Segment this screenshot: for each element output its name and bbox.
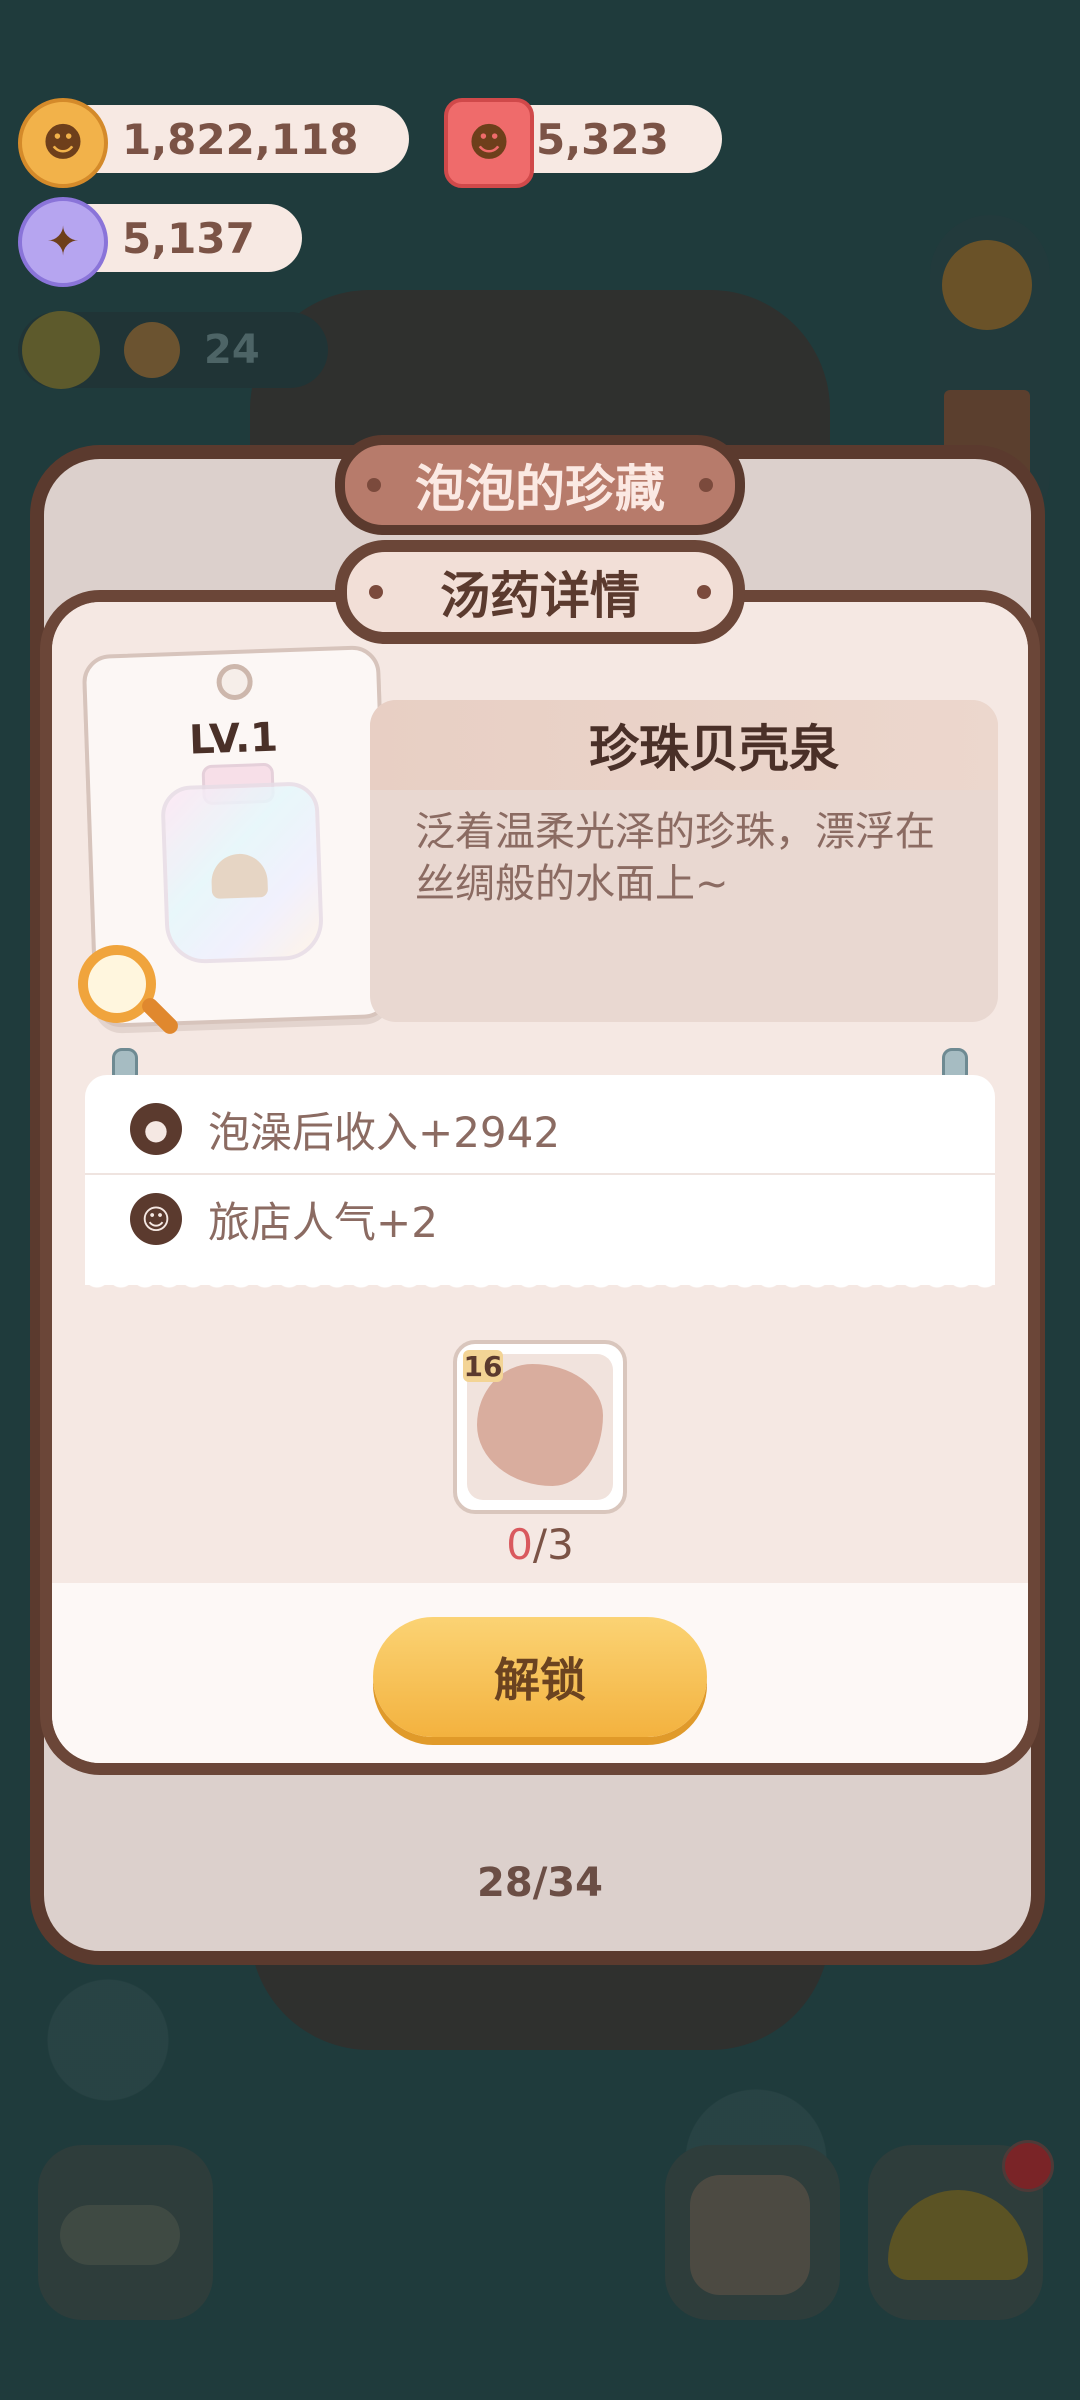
potion-description: 泛着温柔光泽的珍珠，漂浮在丝绸般的水面上~ <box>415 809 935 907</box>
page-counter: 28/34 <box>477 1860 603 1906</box>
background-guest-row: 24 <box>18 311 328 389</box>
potion-level: LV.1 <box>188 714 279 764</box>
cookie-icon: ☻ <box>18 98 108 188</box>
unlock-button[interactable]: 解锁 <box>373 1617 707 1737</box>
detail-title: 汤药详情 <box>335 540 745 644</box>
stat-row-income: ● 泡澡后收入+2942 <box>85 1085 995 1175</box>
unlock-label: 解锁 <box>494 1653 586 1707</box>
required-item-slot[interactable]: 16 <box>453 1340 627 1514</box>
stats-list: ● 泡澡后收入+2942 ☺ 旅店人气+2 <box>85 1075 995 1285</box>
item-level-badge: 16 <box>463 1349 503 1383</box>
stat-row-popularity: ☺ 旅店人气+2 <box>85 1175 995 1263</box>
back-arrow-icon <box>60 2205 180 2265</box>
required-count: 0/3 <box>440 1520 640 1569</box>
camera-icon <box>690 2175 810 2295</box>
stat-popularity-text: 旅店人气+2 <box>208 1197 438 1247</box>
tag-hole <box>215 663 254 701</box>
sun-icon <box>22 311 100 389</box>
detail-title-text: 汤药详情 <box>440 567 640 625</box>
guest-icon: ☺ <box>130 1193 182 1245</box>
jelly-icon: ☻ <box>444 98 534 188</box>
potion-name: 珍珠贝壳泉 <box>370 700 998 790</box>
stat-income-text: 泡澡后收入+2942 <box>208 1107 561 1157</box>
guest-icon <box>124 322 180 378</box>
owned-count: 0 <box>506 1520 533 1569</box>
candy-icon: ✦ <box>18 197 108 287</box>
panel-title-text: 泡泡的珍藏 <box>415 460 665 518</box>
needed-count: /3 <box>532 1520 574 1569</box>
gear-icon <box>942 240 1032 330</box>
panel-title: 泡泡的珍藏 <box>335 435 745 535</box>
torn-edge <box>85 1275 995 1297</box>
notification-dot <box>1002 2140 1054 2192</box>
potion-description-box: 珍珠贝壳泉 泛着温柔光泽的珍珠，漂浮在丝绸般的水面上~ <box>370 700 998 1022</box>
cookie-icon: ● <box>130 1103 182 1155</box>
guest-count: 24 <box>204 327 260 373</box>
